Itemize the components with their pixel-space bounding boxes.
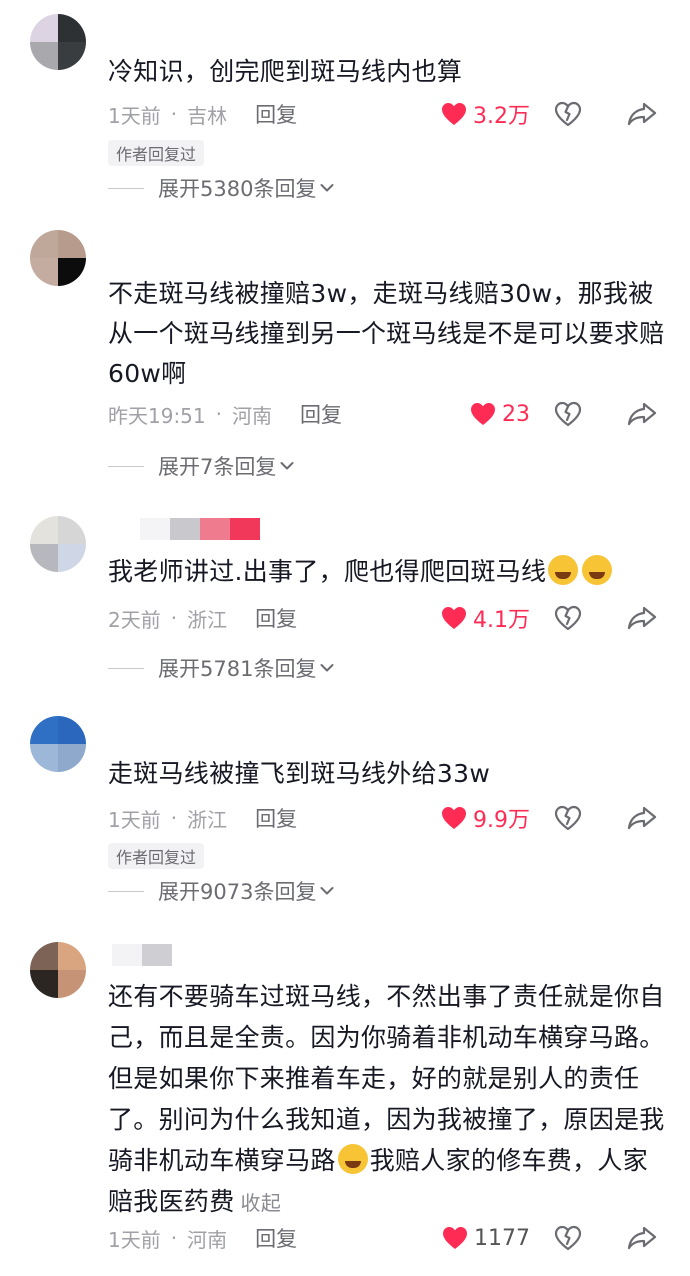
separator: · xyxy=(170,606,178,630)
like-button[interactable]: 9.9万 xyxy=(441,800,530,836)
like-button[interactable]: 4.1万 xyxy=(441,600,530,636)
comment-text[interactable]: 走斑马线被撞飞到斑马线外给33w xyxy=(108,754,668,794)
like-count: 3.2万 xyxy=(473,104,530,129)
share-arrow-icon xyxy=(627,101,657,127)
like-count: 4.1万 xyxy=(473,608,530,633)
like-button[interactable]: 1177 xyxy=(442,1220,530,1256)
reply-button[interactable]: 回复 xyxy=(255,1223,297,1253)
like-button[interactable]: 23 xyxy=(470,396,530,432)
username-blurred xyxy=(112,944,172,966)
share-button[interactable] xyxy=(626,600,658,636)
heart-icon xyxy=(442,1226,468,1250)
divider xyxy=(108,667,144,669)
emoji-icon xyxy=(582,555,613,585)
dislike-heart-icon xyxy=(554,1225,582,1251)
comment-meta: 昨天19:51 · 河南 回复 xyxy=(108,396,668,432)
emoji-icon xyxy=(548,555,579,585)
heart-icon xyxy=(441,102,467,126)
comment-time: 2天前 xyxy=(108,607,161,632)
avatar[interactable] xyxy=(30,230,86,286)
heart-icon xyxy=(441,806,467,830)
dislike-button[interactable] xyxy=(553,600,583,636)
separator: · xyxy=(170,1226,178,1250)
comment-time: 1天前 xyxy=(108,103,161,128)
share-arrow-icon xyxy=(627,401,657,427)
expand-replies-button[interactable]: 展开5781条回复 xyxy=(108,650,334,686)
share-arrow-icon xyxy=(627,1225,657,1251)
dislike-heart-icon xyxy=(554,605,582,631)
comment-meta: 1天前 · 吉林 回复 xyxy=(108,96,668,132)
comment-meta: 2天前 · 浙江 回复 xyxy=(108,600,668,636)
comment-meta: 1天前 · 河南 回复 xyxy=(108,1220,668,1256)
dislike-button[interactable] xyxy=(553,96,583,132)
collapse-button[interactable]: 收起 xyxy=(241,1191,282,1215)
expand-label: 展开9073条回复 xyxy=(158,880,317,904)
reply-button[interactable]: 回复 xyxy=(255,99,297,129)
expand-label: 展开5781条回复 xyxy=(158,657,317,681)
comment-location: 浙江 xyxy=(187,607,228,632)
comment-text[interactable]: 我老师讲过.出事了，爬也得爬回斑马线 xyxy=(108,552,668,592)
comment-location: 河南 xyxy=(232,403,272,428)
comment-location: 浙江 xyxy=(187,807,228,832)
expand-label: 展开5380条回复 xyxy=(158,177,317,201)
avatar[interactable] xyxy=(30,716,86,772)
dislike-heart-icon xyxy=(554,101,582,127)
separator: · xyxy=(215,402,222,426)
divider xyxy=(108,890,144,892)
comment-text-content: 我老师讲过.出事了，爬也得爬回斑马线 xyxy=(108,557,547,586)
heart-icon xyxy=(441,606,467,630)
comment-location: 河南 xyxy=(187,1227,228,1252)
emoji-icon xyxy=(337,1144,368,1174)
like-button[interactable]: 3.2万 xyxy=(441,96,530,132)
avatar[interactable] xyxy=(30,942,86,998)
share-arrow-icon xyxy=(627,605,657,631)
avatar[interactable] xyxy=(30,14,86,70)
divider xyxy=(108,465,144,467)
expand-label: 展开7条回复 xyxy=(158,455,277,479)
like-count: 1177 xyxy=(474,1225,530,1251)
dislike-heart-icon xyxy=(554,805,582,831)
comment-text[interactable]: 不走斑马线被撞赔3w，走斑马线赔30w，那我被从一个斑马线撞到另一个斑马线是不是… xyxy=(108,274,668,394)
chevron-down-icon xyxy=(320,886,334,896)
share-button[interactable] xyxy=(626,96,658,132)
reply-button[interactable]: 回复 xyxy=(300,399,342,429)
dislike-button[interactable] xyxy=(553,396,583,432)
like-count: 9.9万 xyxy=(473,808,530,833)
username-blurred xyxy=(140,518,260,540)
share-button[interactable] xyxy=(626,1220,658,1256)
reply-button[interactable]: 回复 xyxy=(255,803,297,833)
dislike-button[interactable] xyxy=(553,1220,583,1256)
comment-text[interactable]: 还有不要骑车过斑马线，不然出事了责任就是你自己，而且是全责。因为你骑着非机动车横… xyxy=(108,976,668,1224)
dislike-heart-icon xyxy=(554,401,582,427)
expand-replies-button[interactable]: 展开5380条回复 xyxy=(108,170,334,206)
heart-icon xyxy=(470,402,496,426)
divider xyxy=(108,187,144,189)
comment-time: 1天前 xyxy=(108,1227,161,1252)
comment-time: 昨天19:51 xyxy=(108,403,206,428)
comment-location: 吉林 xyxy=(187,103,228,128)
comment-text[interactable]: 冷知识，创完爬到斑马线内也算 xyxy=(108,52,668,92)
share-arrow-icon xyxy=(627,805,657,831)
expand-replies-button[interactable]: 展开7条回复 xyxy=(108,448,294,484)
expand-replies-button[interactable]: 展开9073条回复 xyxy=(108,873,334,909)
like-count: 23 xyxy=(502,401,530,427)
author-replied-badge: 作者回复过 xyxy=(108,843,205,869)
share-button[interactable] xyxy=(626,800,658,836)
share-button[interactable] xyxy=(626,396,658,432)
chevron-down-icon xyxy=(320,183,334,193)
separator: · xyxy=(170,806,178,830)
dislike-button[interactable] xyxy=(553,800,583,836)
chevron-down-icon xyxy=(320,663,334,673)
chevron-down-icon xyxy=(280,461,294,471)
reply-button[interactable]: 回复 xyxy=(255,603,297,633)
author-replied-badge: 作者回复过 xyxy=(108,140,205,166)
separator: · xyxy=(170,102,178,126)
comment-time: 1天前 xyxy=(108,807,161,832)
avatar[interactable] xyxy=(30,516,86,572)
comment-meta: 1天前 · 浙江 回复 xyxy=(108,800,668,836)
